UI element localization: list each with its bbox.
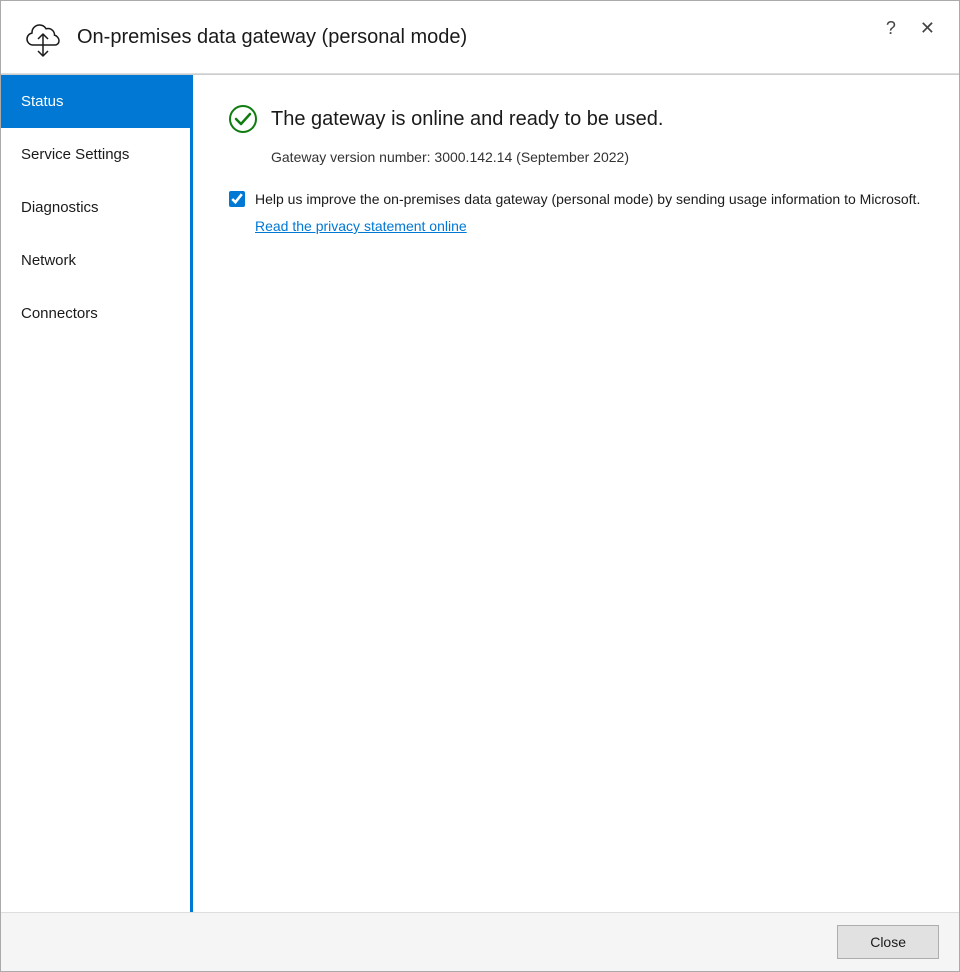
content-area: Status Service Settings Diagnostics Netw…: [1, 75, 959, 912]
sidebar-item-diagnostics[interactable]: Diagnostics: [1, 181, 190, 234]
help-text: Help us improve the on-premises data gat…: [255, 189, 920, 210]
sidebar-item-service-settings[interactable]: Service Settings: [1, 128, 190, 181]
window-close-button[interactable]: ✕: [912, 15, 943, 41]
sidebar-item-network[interactable]: Network: [1, 234, 190, 287]
help-button[interactable]: ?: [878, 15, 904, 41]
status-title-text: The gateway is online and ready to be us…: [271, 108, 663, 131]
status-online-icon: [229, 105, 257, 133]
cloud-gateway-icon: [21, 15, 65, 59]
status-header: The gateway is online and ready to be us…: [229, 105, 923, 133]
title-bar-left: On-premises data gateway (personal mode): [21, 15, 943, 59]
sidebar-item-status[interactable]: Status: [1, 75, 190, 128]
help-section: Help us improve the on-premises data gat…: [229, 189, 923, 234]
close-button[interactable]: Close: [837, 925, 939, 959]
app-window: On-premises data gateway (personal mode)…: [0, 0, 960, 972]
sidebar: Status Service Settings Diagnostics Netw…: [1, 75, 193, 912]
title-bar: On-premises data gateway (personal mode)…: [1, 1, 959, 74]
sidebar-item-connectors[interactable]: Connectors: [1, 287, 190, 340]
version-text: Gateway version number: 3000.142.14 (Sep…: [271, 149, 923, 165]
title-bar-actions: ? ✕: [878, 15, 943, 41]
main-panel: The gateway is online and ready to be us…: [193, 75, 959, 912]
footer: Close: [1, 912, 959, 971]
usage-data-checkbox[interactable]: [229, 191, 245, 207]
window-title: On-premises data gateway (personal mode): [77, 26, 467, 49]
privacy-link[interactable]: Read the privacy statement online: [255, 218, 923, 234]
checkbox-container: Help us improve the on-premises data gat…: [229, 189, 923, 210]
